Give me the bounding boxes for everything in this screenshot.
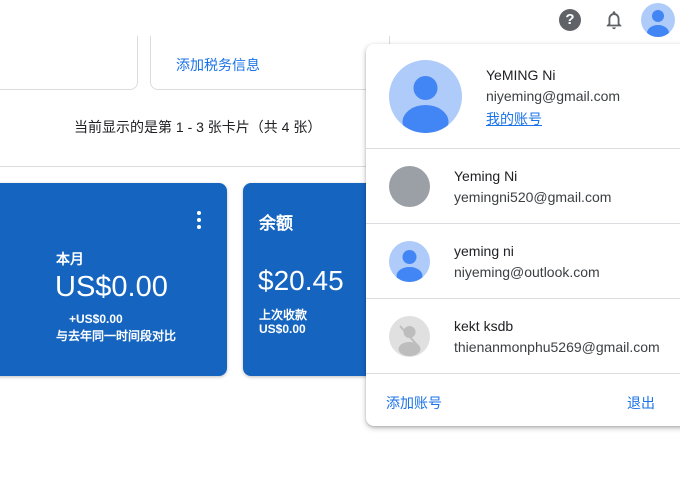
last-payment-label: 上次收款 [259,308,308,322]
account-avatar[interactable] [641,3,675,37]
person-avatar [389,241,430,282]
account-item[interactable]: Yeming Ni yemingni520@gmail.com [366,149,680,224]
account-switcher-popup: YeMING Ni niyeming@gmail.com 我的账号 Yeming… [366,44,680,426]
primary-name: YeMING Ni [486,67,556,83]
last-payment-value: US$0.00 [259,322,306,336]
primary-email: niyeming@gmail.com [486,88,621,104]
person-icon [402,76,449,133]
account-email: thienanmonphu5269@gmail.com [454,339,660,355]
my-account-link[interactable]: 我的账号 [486,109,542,129]
account-name: yeming ni [454,243,514,259]
balance-card: 余额 $20.45 上次收款 US$0.00 [243,183,383,376]
primary-account-header: YeMING Ni niyeming@gmail.com 我的账号 [366,44,680,149]
add-account-button[interactable]: 添加账号 [386,393,442,413]
balance-title: 余额 [259,214,293,233]
month-compare-text: 与去年同一时间段对比 [56,329,177,343]
month-delta: +US$0.00 [69,312,123,326]
balance-amount: $20.45 [258,265,344,296]
no-photo-avatar [389,316,430,357]
month-amount: US$0.00 [55,271,168,303]
bell-icon[interactable] [603,8,625,32]
divider [0,166,380,167]
person-icon [647,10,669,37]
sign-out-button[interactable]: 退出 [627,393,655,413]
account-email: yemingni520@gmail.com [454,189,612,205]
help-icon[interactable]: ? [559,9,581,31]
account-name: kekt ksdb [454,318,514,334]
primary-avatar[interactable] [389,60,462,133]
this-month-card: 本月 US$0.00 +US$0.00 与去年同一时间段对比 [0,183,227,376]
person-icon [396,250,423,282]
tax-info-card: 添加税务信息 [150,36,390,90]
card-pagination-text: 当前显示的是第 1 - 3 张卡片（共 4 张） [74,119,322,135]
account-item[interactable]: yeming ni niyeming@outlook.com [366,224,680,299]
account-item[interactable]: kekt ksdb thienanmonphu5269@gmail.com [366,299,680,374]
gray-avatar [389,166,430,207]
summary-card [0,36,138,90]
account-name: Yeming Ni [454,168,518,184]
month-label: 本月 [56,251,84,267]
no-photo-icon [398,325,421,356]
more-vert-icon[interactable] [189,210,209,230]
add-tax-info-link[interactable]: 添加税务信息 [176,55,260,75]
account-email: niyeming@outlook.com [454,264,600,280]
